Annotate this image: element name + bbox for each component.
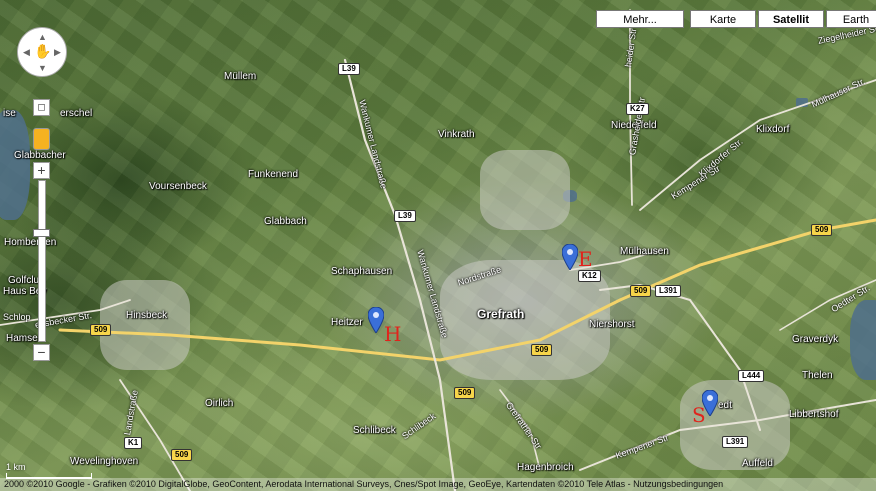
hand-icon[interactable]: ✋ <box>34 43 51 60</box>
shield-b509-center: 509 <box>531 344 553 356</box>
handwritten-label-h: H <box>384 322 402 346</box>
shield-k27: K27 <box>626 103 649 115</box>
handwritten-label-e: E <box>578 247 593 271</box>
scale-label: 1 km <box>6 462 26 472</box>
shield-b509-bottom: 509 <box>171 449 193 461</box>
road-l391 <box>599 283 761 431</box>
place-muellem: Müllem <box>224 71 257 82</box>
place-muelhausen: Mülhausen <box>620 246 669 257</box>
street-schlop: Schlop <box>3 312 31 322</box>
zoom-slider-thumb[interactable] <box>33 229 50 237</box>
place-hinsbeck: Hinsbeck <box>126 310 168 321</box>
pan-right-icon[interactable]: ▶ <box>54 48 61 57</box>
place-glabbacher: Glabbacher <box>14 150 66 161</box>
shield-l39-top: L39 <box>338 63 360 75</box>
place-grefrath: Grefrath <box>477 307 525 321</box>
more-button[interactable]: Mehr... <box>596 10 684 28</box>
place-klixdorf: Klixdorf <box>756 124 790 135</box>
attribution: 2000 ©2010 Google - Grafiken ©2010 Digit… <box>0 478 876 491</box>
shield-b509-right: 509 <box>811 224 833 236</box>
handwritten-label-s: S <box>692 403 706 427</box>
map-type-satellit[interactable]: Satellit <box>758 10 824 28</box>
shield-b509-lower: 509 <box>454 387 476 399</box>
map-type-karte[interactable]: Karte <box>690 10 756 28</box>
map-pin-icon[interactable] <box>368 307 384 333</box>
place-niershorst: Niershorst <box>589 319 635 330</box>
pegman-icon[interactable] <box>33 128 50 150</box>
place-libbertshof: Libbertshof <box>789 409 839 420</box>
place-vinkrath: Vinkrath <box>438 129 475 140</box>
place-schlibeck: Schlibeck <box>353 425 396 436</box>
pan-down-icon[interactable]: ▼ <box>38 64 47 73</box>
place-hagenbroich: Hagenbroich <box>517 462 574 473</box>
place-graverdyk: Graverdyk <box>792 334 839 345</box>
place-herschel: erschel <box>60 108 93 119</box>
place-auffeld: Auffeld <box>742 458 773 469</box>
map-pin-icon[interactable] <box>562 244 578 270</box>
place-hombergen: Hombergen <box>4 237 57 248</box>
shield-b509-left: 509 <box>90 324 112 336</box>
place-thelen: Thelen <box>802 370 833 381</box>
shield-l444: L444 <box>738 370 765 382</box>
place-oedt: edt <box>718 400 732 411</box>
place-ise: ise <box>3 108 16 119</box>
place-schaphausen: Schaphausen <box>331 266 393 277</box>
reset-icon[interactable]: ◻ <box>33 99 50 116</box>
shield-l391-mid: L391 <box>655 285 682 297</box>
shield-b509-mid: 509 <box>630 285 652 297</box>
pan-control[interactable]: ▲ ▼ ◀ ▶ ✋ <box>17 27 67 77</box>
shield-l39-mid: L39 <box>394 210 416 222</box>
place-voursenbeck: Voursenbeck <box>149 181 207 192</box>
zoom-out-button[interactable]: − <box>33 344 50 361</box>
pan-up-icon[interactable]: ▲ <box>38 33 47 42</box>
place-hamsel: Hamse <box>6 333 38 344</box>
road-b509 <box>58 218 876 362</box>
pan-left-icon[interactable]: ◀ <box>23 48 30 57</box>
place-heitzerend: Heitzer <box>331 317 363 328</box>
zoom-slider[interactable] <box>38 180 46 342</box>
map-type-earth[interactable]: Earth <box>826 10 876 28</box>
shield-k12: K12 <box>578 270 601 282</box>
place-glabbach: Glabbach <box>264 216 307 227</box>
place-oirlich: Oirlich <box>205 398 234 409</box>
satellite-map[interactable]: Müllem erschel Vinkrath Niederfeld Klixd… <box>0 0 876 491</box>
shield-l391-bottom: L391 <box>722 436 749 448</box>
shield-k1: K1 <box>124 437 143 449</box>
place-funkenend: Funkenend <box>248 169 299 180</box>
place-wevelinghoven: Wevelinghoven <box>70 456 139 467</box>
zoom-in-button[interactable]: + <box>33 162 50 179</box>
